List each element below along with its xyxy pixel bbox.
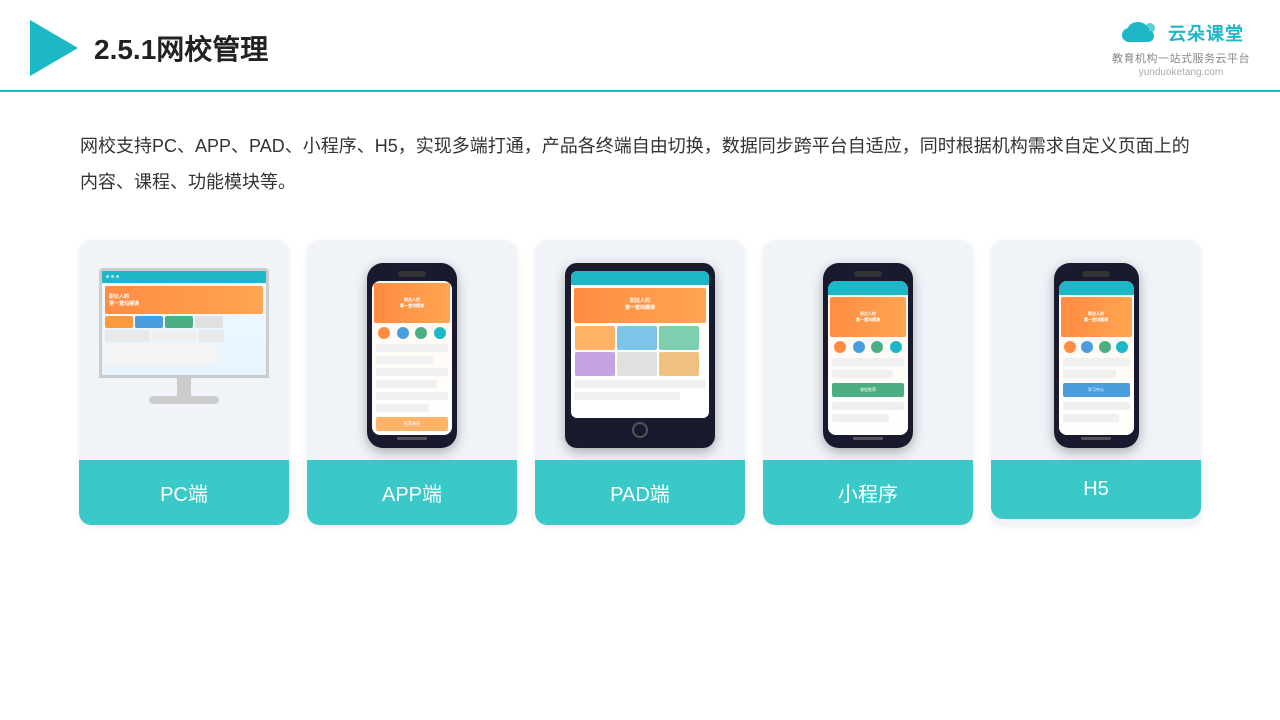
- monitor-neck: [177, 378, 191, 396]
- miniapp-phone: 职达人的第一堂均摆课 课程推荐: [823, 263, 913, 448]
- card-pc: 职达人的第一堂均摆课: [79, 240, 289, 525]
- phone-notch: [398, 271, 426, 277]
- logo-area: 云朵课堂 教育机构一站式服务云平台 yunduoketang.com: [1112, 18, 1250, 78]
- app-phone: 职达人的第一堂均摆课: [367, 263, 457, 448]
- logo-text: 云朵课堂: [1168, 20, 1244, 46]
- logo-cloud: 云朵课堂: [1118, 18, 1244, 48]
- card-h5: 职达人的第一堂均摆课 学习中心: [991, 240, 1201, 525]
- cards-container: 职达人的第一堂均摆课: [0, 220, 1280, 545]
- description-paragraph: 网校支持PC、APP、PAD、小程序、H5，实现多端打通，产品各终端自由切换，数…: [80, 128, 1200, 200]
- h5-home-bar: [1081, 437, 1111, 440]
- logo-tagline: 教育机构一站式服务云平台: [1112, 50, 1250, 66]
- phone-screen: 职达人的第一堂均摆课: [372, 281, 452, 435]
- tablet-screen: 职达人的第一堂均摆课: [571, 271, 709, 418]
- card-miniapp: 职达人的第一堂均摆课 课程推荐: [763, 240, 973, 525]
- card-pad-label: PAD端: [535, 460, 745, 525]
- header: 2.5.1网校管理 云朵课堂 教育机构一站式服务云平台 yunduoketang…: [0, 0, 1280, 92]
- header-left: 2.5.1网校管理: [30, 20, 268, 76]
- tablet-home-btn: [632, 422, 648, 438]
- description-text: 网校支持PC、APP、PAD、小程序、H5，实现多端打通，产品各终端自由切换，数…: [0, 92, 1280, 220]
- phone-home-bar: [397, 437, 427, 440]
- card-miniapp-label: 小程序: [763, 460, 973, 525]
- card-pc-label: PC端: [79, 460, 289, 525]
- monitor-base: [149, 396, 219, 404]
- miniapp-phone-notch: [854, 271, 882, 277]
- logo-url: yunduoketang.com: [1139, 67, 1224, 78]
- card-pad-image: 职达人的第一堂均摆课: [535, 240, 745, 460]
- card-app-image: 职达人的第一堂均摆课: [307, 240, 517, 460]
- card-pad: 职达人的第一堂均摆课: [535, 240, 745, 525]
- card-miniapp-image: 职达人的第一堂均摆课 课程推荐: [763, 240, 973, 460]
- page-title: 2.5.1网校管理: [94, 28, 268, 68]
- h5-phone: 职达人的第一堂均摆课 学习中心: [1054, 263, 1139, 448]
- pc-monitor: 职达人的第一堂均摆课: [94, 268, 274, 443]
- card-h5-image: 职达人的第一堂均摆课 学习中心: [991, 240, 1201, 460]
- pad-tablet: 职达人的第一堂均摆课: [565, 263, 715, 448]
- cloud-icon: [1118, 18, 1162, 48]
- monitor-screen: 职达人的第一堂均摆课: [99, 268, 269, 378]
- card-pc-image: 职达人的第一堂均摆课: [79, 240, 289, 460]
- play-icon: [30, 20, 78, 76]
- h5-phone-screen: 职达人的第一堂均摆课 学习中心: [1059, 281, 1134, 435]
- h5-phone-notch: [1082, 271, 1110, 277]
- card-app: 职达人的第一堂均摆课: [307, 240, 517, 525]
- card-h5-label: H5: [991, 460, 1201, 519]
- miniapp-phone-screen: 职达人的第一堂均摆课 课程推荐: [828, 281, 908, 435]
- card-app-label: APP端: [307, 460, 517, 525]
- miniapp-home-bar: [853, 437, 883, 440]
